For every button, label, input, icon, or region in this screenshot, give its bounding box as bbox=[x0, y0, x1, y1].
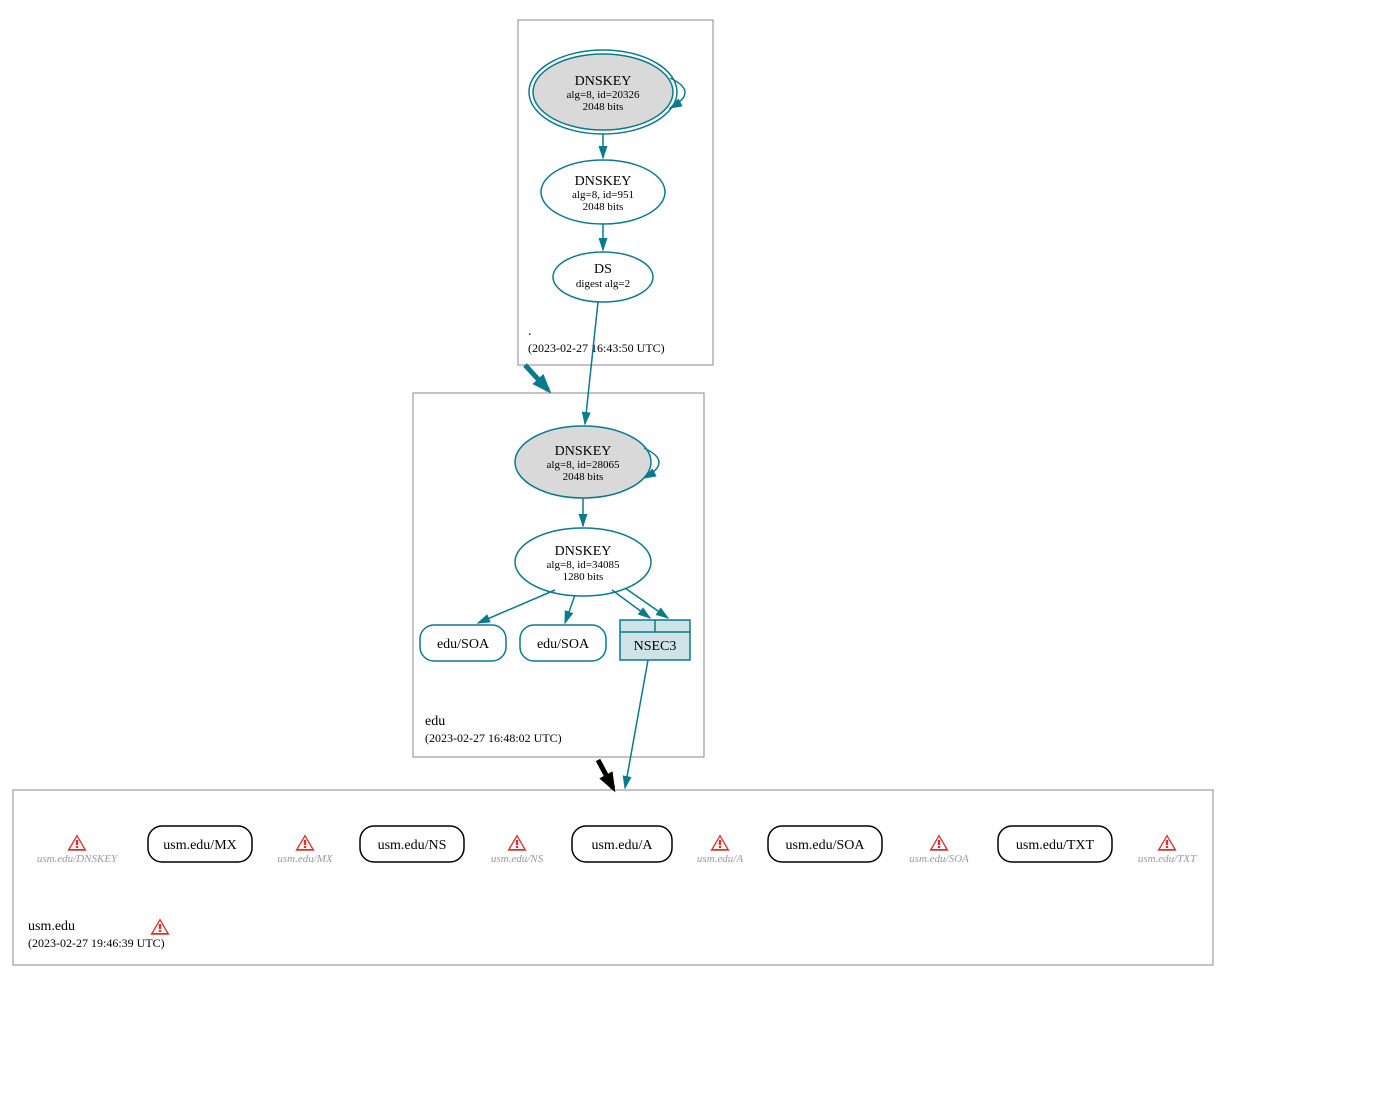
svg-text:2048 bits: 2048 bits bbox=[583, 101, 624, 113]
svg-text:NSEC3: NSEC3 bbox=[634, 639, 677, 654]
usm-soa-gray: usm.edu/SOA bbox=[909, 834, 969, 865]
edu-dnskey2-node: DNSKEY alg=8, id=34085 1280 bits bbox=[515, 528, 651, 596]
svg-text:DNSKEY: DNSKEY bbox=[575, 74, 632, 89]
edge-edu-k2-soa2 bbox=[565, 595, 575, 623]
usm-txt-gray: usm.edu/TXT bbox=[1138, 834, 1197, 865]
warning-icon bbox=[295, 834, 315, 851]
svg-text:alg=8, id=34085: alg=8, id=34085 bbox=[547, 559, 620, 571]
usm-mx-gray: usm.edu/MX bbox=[277, 834, 334, 865]
svg-text:DNSKEY: DNSKEY bbox=[575, 174, 632, 189]
zone-usm-box bbox=[13, 790, 1213, 965]
zone-root-timestamp: (2023-02-27 16:43:50 UTC) bbox=[528, 341, 665, 355]
warning-icon bbox=[929, 834, 949, 851]
svg-text:2048 bits: 2048 bits bbox=[563, 471, 604, 483]
usm-mx-box: usm.edu/MX bbox=[148, 826, 252, 862]
svg-text:usm.edu/DNSKEY: usm.edu/DNSKEY bbox=[37, 853, 119, 865]
svg-text:edu/SOA: edu/SOA bbox=[537, 637, 590, 652]
edge-nsec3-to-usm bbox=[625, 660, 648, 788]
edu-nsec3-node: NSEC3 bbox=[620, 620, 690, 660]
svg-text:usm.edu/A: usm.edu/A bbox=[591, 838, 653, 853]
svg-text:usm.edu/MX: usm.edu/MX bbox=[277, 853, 334, 865]
svg-text:alg=8, id=20326: alg=8, id=20326 bbox=[567, 89, 640, 101]
zone-root-label: . bbox=[528, 324, 532, 339]
svg-text:alg=8, id=951: alg=8, id=951 bbox=[572, 189, 634, 201]
edu-soa2-node: edu/SOA bbox=[520, 625, 606, 661]
svg-text:alg=8, id=28065: alg=8, id=28065 bbox=[547, 459, 620, 471]
root-ds-node: DS digest alg=2 bbox=[553, 252, 653, 302]
edge-ds-to-edu-k1 bbox=[585, 302, 598, 424]
svg-text:edu/SOA: edu/SOA bbox=[437, 637, 490, 652]
edu-soa1-node: edu/SOA bbox=[420, 625, 506, 661]
svg-text:usm.edu/TXT: usm.edu/TXT bbox=[1138, 853, 1197, 865]
usm-dnskey-gray: usm.edu/DNSKEY bbox=[37, 834, 119, 865]
warning-icon bbox=[507, 834, 527, 851]
zone-usm-timestamp: (2023-02-27 19:46:39 UTC) bbox=[28, 936, 165, 950]
svg-text:DNSKEY: DNSKEY bbox=[555, 544, 612, 559]
usm-soa-box: usm.edu/SOA bbox=[768, 826, 882, 862]
svg-text:DS: DS bbox=[594, 262, 612, 277]
svg-text:usm.edu/A: usm.edu/A bbox=[697, 853, 743, 865]
svg-text:usm.edu/SOA: usm.edu/SOA bbox=[786, 838, 866, 853]
svg-text:usm.edu/TXT: usm.edu/TXT bbox=[1016, 838, 1095, 853]
root-dnskey1-node: DNSKEY alg=8, id=20326 2048 bits bbox=[529, 50, 677, 134]
svg-text:usm.edu/MX: usm.edu/MX bbox=[163, 838, 237, 853]
svg-text:usm.edu/NS: usm.edu/NS bbox=[378, 838, 447, 853]
edge-edu-k2-soa1 bbox=[478, 590, 555, 623]
edge-edu-k2-nsec3a bbox=[612, 590, 650, 618]
warning-icon bbox=[710, 834, 730, 851]
warning-icon bbox=[67, 834, 87, 851]
edge-edu-k2-nsec3b bbox=[625, 588, 668, 618]
svg-text:2048 bits: 2048 bits bbox=[583, 201, 624, 213]
usm-ns-gray: usm.edu/NS bbox=[491, 834, 544, 865]
usm-a-box: usm.edu/A bbox=[572, 826, 672, 862]
edge-edu-to-usm-zone bbox=[598, 760, 613, 788]
usm-txt-box: usm.edu/TXT bbox=[998, 826, 1112, 862]
svg-text:1280 bits: 1280 bits bbox=[563, 571, 604, 583]
zone-edu-timestamp: (2023-02-27 16:48:02 UTC) bbox=[425, 731, 562, 745]
usm-a-gray: usm.edu/A bbox=[697, 834, 743, 865]
usm-ns-box: usm.edu/NS bbox=[360, 826, 464, 862]
svg-text:usm.edu/SOA: usm.edu/SOA bbox=[909, 853, 969, 865]
root-dnskey2-node: DNSKEY alg=8, id=951 2048 bits bbox=[541, 160, 665, 224]
zone-usm-label: usm.edu bbox=[28, 919, 75, 934]
svg-text:DNSKEY: DNSKEY bbox=[555, 444, 612, 459]
svg-text:digest alg=2: digest alg=2 bbox=[576, 278, 630, 290]
warning-icon bbox=[150, 918, 170, 935]
edge-root-to-edu-zone bbox=[525, 365, 548, 390]
svg-text:usm.edu/NS: usm.edu/NS bbox=[491, 853, 544, 865]
warning-icon bbox=[1157, 834, 1177, 851]
zone-edu-label: edu bbox=[425, 714, 445, 729]
edu-dnskey1-node: DNSKEY alg=8, id=28065 2048 bits bbox=[515, 426, 651, 498]
